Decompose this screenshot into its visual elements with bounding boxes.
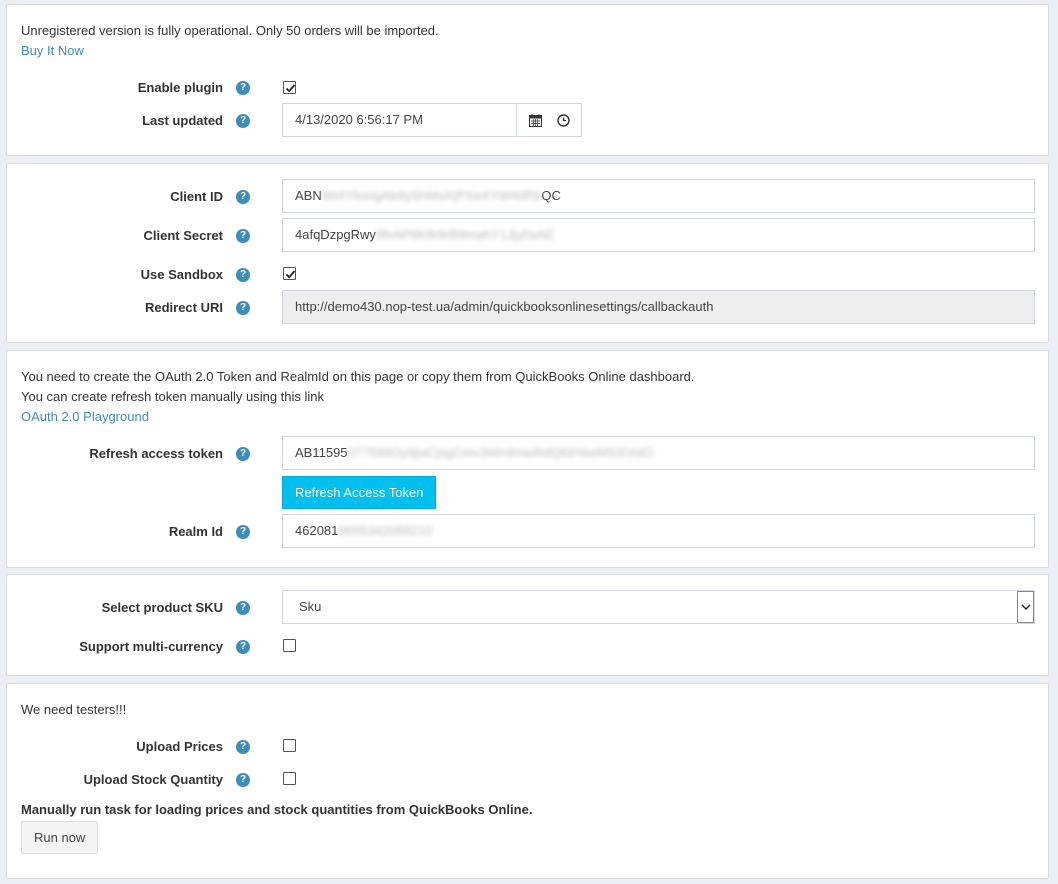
client-id-value-end: QC [541,188,561,203]
oauth-info-line1: You need to create the OAuth 2.0 Token a… [21,369,695,384]
credentials-panel: Client ID ? ABNWt4YfosIgAb9yShMoXjPXeXYW… [6,163,1049,343]
product-panel: Select product SKU ? Sku Support multi-c… [6,574,1049,676]
last-updated-label: Last updated [142,113,223,128]
testers-panel: We need testers!!! Upload Prices ? Uploa… [6,683,1049,879]
realm-id-masked: 9655342088210 [338,523,433,538]
last-updated-input[interactable]: 4/13/2020 6:56:17 PM [282,103,517,137]
redirect-uri-input[interactable]: http://demo430.nop-test.ua/admin/quickbo… [282,290,1035,324]
realm-id-input[interactable]: 4620819655342088210 [282,514,1035,548]
calendar-icon[interactable] [529,114,542,130]
oauth-playground-link[interactable]: OAuth 2.0 Playground [21,409,149,425]
enable-plugin-checkbox[interactable] [283,81,296,94]
question-circle-icon[interactable]: ? [236,601,250,615]
select-arrow[interactable] [1017,591,1034,623]
question-circle-icon[interactable]: ? [236,447,250,461]
upload-prices-checkbox[interactable] [283,739,296,752]
refresh-token-label: Refresh access token [89,446,223,461]
client-id-label: Client ID [170,189,223,204]
enable-plugin-label: Enable plugin [137,80,223,95]
oauth-info-line2: You can create refresh token manually us… [21,389,325,404]
question-circle-icon[interactable]: ? [236,114,250,128]
last-updated-group: 4/13/2020 6:56:17 PM [282,103,582,137]
client-id-masked: Wt4YfosIgAb9yShMoXjPXeXYW4dfSt [321,188,542,203]
client-secret-masked: 9fxAP9K8r9rB9mahY1Jjy0aAE [375,227,555,242]
question-circle-icon[interactable]: ? [236,268,250,282]
upload-prices-label: Upload Prices [136,739,223,754]
client-secret-input[interactable]: 4afqDzpgRwy9fxAP9K8r9rB9mahY1Jjy0aAE [282,218,1035,252]
refresh-token-input[interactable]: AB11595077599Oy9jwCjsgCmv3Wn9mwRdQ69YeeM… [282,436,1035,470]
product-sku-value: Sku [299,599,322,614]
upload-stock-checkbox[interactable] [283,772,296,785]
license-panel: Unregistered version is fully operationa… [6,4,1049,156]
question-circle-icon[interactable]: ? [236,190,250,204]
select-product-sku-label: Select product SKU [101,600,223,615]
question-circle-icon[interactable]: ? [236,301,250,315]
use-sandbox-checkbox[interactable] [283,267,296,280]
realm-id-label: Realm Id [168,524,223,539]
question-circle-icon[interactable]: ? [236,773,250,787]
client-id-input[interactable]: ABNWt4YfosIgAb9yShMoXjPXeXYW4dfStQC [282,179,1035,213]
oauth-panel: You need to create the OAuth 2.0 Token a… [6,350,1049,568]
refresh-token-value-start: AB11595 [295,445,348,460]
question-circle-icon[interactable]: ? [236,81,250,95]
question-circle-icon[interactable]: ? [236,525,250,539]
realm-id-value-start: 462081 [295,523,339,538]
multi-currency-checkbox[interactable] [283,639,296,652]
client-id-value-start: ABN [295,188,322,203]
question-circle-icon[interactable]: ? [236,740,250,754]
client-secret-value-start: 4afqDzpgRwy [295,227,376,242]
upload-stock-label: Upload Stock Quantity [83,772,223,787]
testers-notice: We need testers!!! [21,702,127,717]
refresh-token-masked: 077599Oy9jwCjsgCmv3Wn9mwRdQ69YeeMSSVolO [347,445,654,460]
product-sku-select[interactable]: Sku [282,590,1035,624]
clock-icon[interactable] [557,114,570,130]
buy-it-now-link[interactable]: Buy It Now [21,43,84,59]
license-notice: Unregistered version is fully operationa… [21,23,439,38]
chevron-down-icon [1021,604,1031,610]
redirect-uri-label: Redirect URI [144,300,223,315]
refresh-access-token-button[interactable]: Refresh Access Token [282,476,437,509]
support-multi-currency-label: Support multi-currency [79,639,223,654]
client-secret-label: Client Secret [143,228,223,243]
question-circle-icon[interactable]: ? [236,640,250,654]
manual-task-text: Manually run task for loading prices and… [21,802,533,817]
date-time-addon [517,103,582,137]
run-now-button[interactable]: Run now [21,821,99,854]
question-circle-icon[interactable]: ? [236,229,250,243]
use-sandbox-label: Use Sandbox [140,267,223,282]
